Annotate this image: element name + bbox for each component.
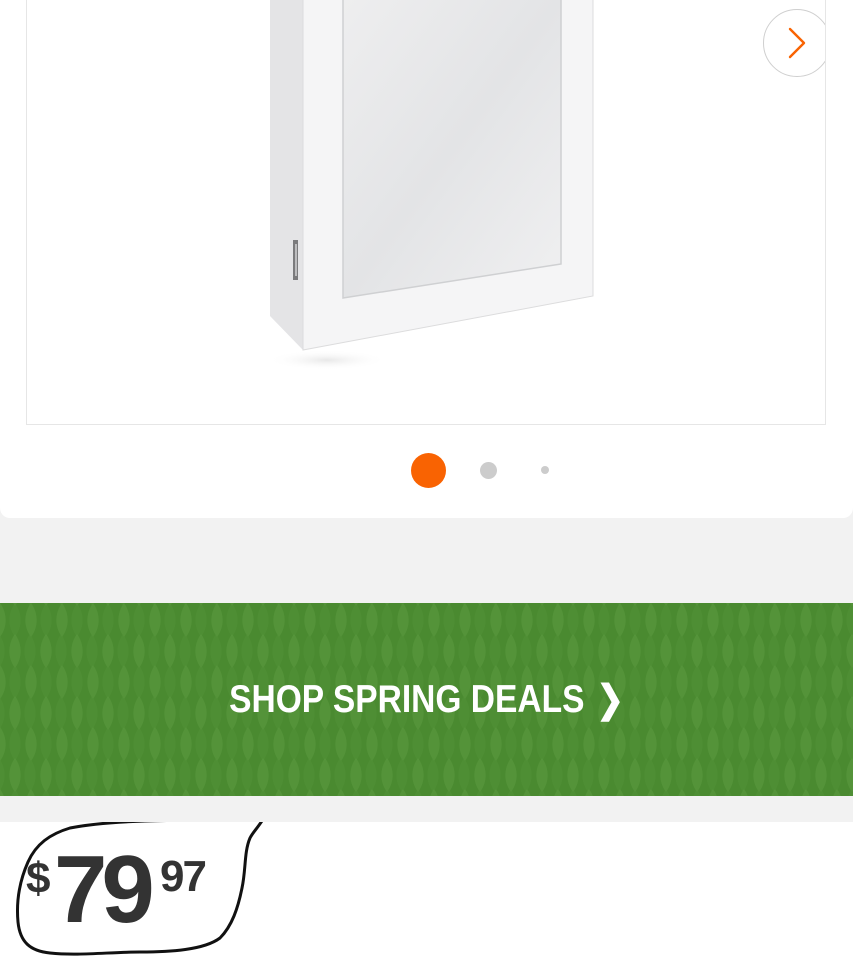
product-image-frame[interactable] xyxy=(26,0,826,425)
shop-spring-deals-banner[interactable]: SHOP SPRING DEALS ❯ xyxy=(0,603,853,796)
chevron-right-icon xyxy=(788,27,806,59)
price-dollars: 79 xyxy=(54,836,155,943)
price-currency: $ xyxy=(26,854,51,903)
banner-cta[interactable]: SHOP SPRING DEALS ❯ xyxy=(60,603,794,796)
product-image xyxy=(267,0,594,370)
next-image-button[interactable] xyxy=(763,9,825,77)
gallery-pagination xyxy=(0,452,853,488)
banner-label: SHOP SPRING DEALS xyxy=(229,677,585,721)
chevron-right-icon: ❯ xyxy=(596,679,624,721)
product-gallery-card xyxy=(0,0,853,518)
price-cents: 97 xyxy=(160,852,207,901)
price-section: $ 79 97 xyxy=(0,822,853,960)
pagination-dot-active[interactable] xyxy=(411,453,446,488)
pagination-dot[interactable] xyxy=(480,462,497,479)
pagination-dot[interactable] xyxy=(541,466,549,474)
